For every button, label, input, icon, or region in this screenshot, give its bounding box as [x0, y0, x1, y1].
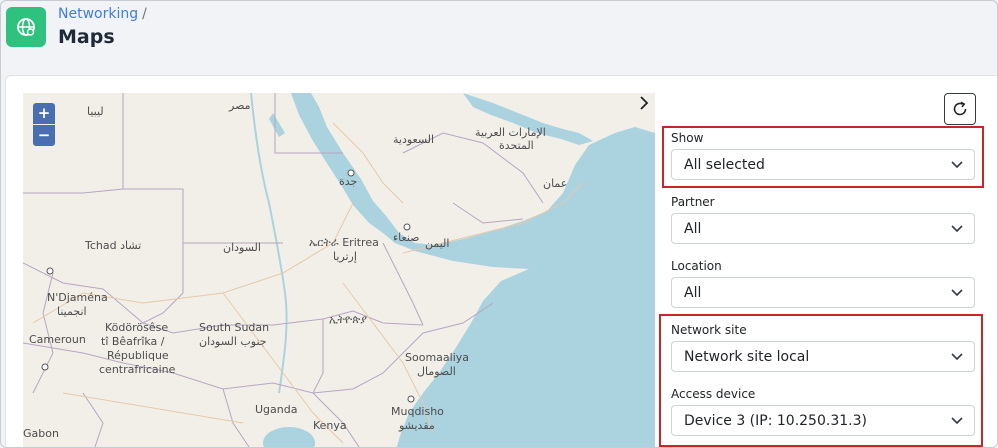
map-label-kodorosese: Ködörösêse: [105, 321, 169, 334]
refresh-button[interactable]: [944, 93, 976, 125]
map-tiles: [23, 93, 655, 447]
map-label-ndjamena-2: انجمينا: [57, 305, 87, 318]
zoom-out-button[interactable]: −: [33, 125, 55, 146]
map-label-republique: République: [107, 349, 169, 362]
map-label-oman: عمان: [543, 177, 568, 190]
network-site-select-value: Network site local: [684, 349, 810, 365]
map-label-mogadishu-2: مقديشو: [399, 419, 435, 432]
map-label-saudi: السعودية: [393, 133, 435, 146]
page-title: Maps: [58, 26, 115, 48]
show-label: Show: [671, 131, 704, 145]
map-label-ndjamena-1: N'Djaména: [47, 291, 108, 304]
breadcrumb: Networking /: [58, 6, 147, 22]
map-label-sudan: السودان: [223, 241, 261, 254]
map-label-egypt: مصر: [229, 99, 251, 112]
map-label-yemen: اليمن: [425, 237, 450, 250]
map-label-eritrea-1: ኤርትራ Eritrea: [309, 236, 379, 249]
chevron-right-icon: [640, 96, 649, 110]
access-device-select[interactable]: Device 3 (IP: 10.250.31.3): [671, 405, 975, 436]
map-canvas[interactable]: ليبيا مصر السعودية الإمارات العربية المت…: [23, 93, 655, 447]
chevron-down-icon: [951, 161, 963, 169]
network-site-label: Network site: [671, 323, 747, 337]
globe-icon: [17, 18, 35, 36]
map-label-somalia-2: الصومال: [417, 365, 456, 378]
map-zoom-controls: + −: [33, 103, 55, 146]
map-label-tchad: Tchad تشاد: [85, 239, 142, 252]
location-label: Location: [671, 259, 722, 273]
partner-label: Partner: [671, 195, 715, 209]
map-label-uganda: Uganda: [255, 403, 298, 416]
breadcrumb-networking-link[interactable]: Networking: [58, 6, 138, 22]
map-label-mogadishu-1: Muqdisho: [391, 405, 444, 418]
refresh-icon: [953, 101, 967, 116]
map-label-sanaa: صنعاء: [393, 231, 420, 244]
map-label-south-sudan-2: جنوب السودان: [199, 335, 267, 348]
show-select-value: All selected: [684, 157, 765, 173]
chevron-down-icon: [951, 225, 963, 233]
chevron-down-icon: [951, 289, 963, 297]
network-site-select[interactable]: Network site local: [671, 341, 975, 372]
map-label-libya: ليبيا: [87, 105, 104, 118]
map-label-eritrea-2: إرتريا: [333, 250, 357, 263]
partner-select[interactable]: All: [671, 213, 975, 244]
map-label-uae-1: الإمارات العربية: [475, 126, 546, 139]
map-label-south-sudan-1: South Sudan: [199, 321, 270, 334]
city-marker-icon: [407, 395, 415, 403]
collapse-filters-toggle[interactable]: [637, 94, 651, 112]
map-label-kenya: Kenya: [313, 419, 347, 432]
city-marker-icon: [347, 169, 355, 177]
app-frame: Networking / Maps ليبيا مصر السعودية الإ…: [0, 0, 998, 448]
location-select[interactable]: All: [671, 277, 975, 308]
map-label-cameroun: Cameroun: [29, 333, 86, 346]
access-device-label: Access device: [671, 387, 756, 401]
chevron-down-icon: [951, 353, 963, 361]
city-marker-icon: [41, 363, 49, 371]
map-label-ti-beafrika: tî Bêafrîka /: [101, 335, 165, 348]
chevron-down-icon: [951, 417, 963, 425]
map-label-somalia-1: Soomaaliya: [405, 351, 470, 364]
access-device-select-value: Device 3 (IP: 10.250.31.3): [684, 413, 867, 429]
map-label-uae-2: المتحدة: [499, 139, 534, 152]
partner-select-value: All: [684, 221, 702, 237]
city-marker-icon: [46, 267, 54, 275]
breadcrumb-separator: /: [142, 6, 147, 22]
map-label-centrafricaine: centrafricaine: [99, 363, 176, 376]
location-select-value: All: [684, 285, 702, 301]
networking-app-icon: [6, 7, 46, 47]
show-select[interactable]: All selected: [671, 149, 975, 180]
map-label-ethiopia: ኢትዮጵያ: [329, 313, 367, 326]
zoom-in-button[interactable]: +: [33, 103, 55, 124]
map-label-gabon: Gabon: [23, 427, 59, 440]
city-marker-icon: [403, 223, 411, 231]
